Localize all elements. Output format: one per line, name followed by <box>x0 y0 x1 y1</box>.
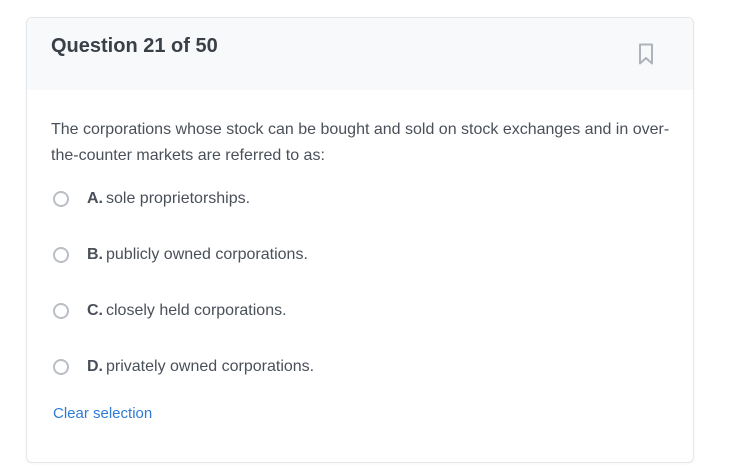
radio-button[interactable] <box>53 303 69 319</box>
answer-options: A. sole proprietorships. B. publicly own… <box>51 185 669 381</box>
question-title: Question 21 of 50 <box>51 35 218 57</box>
question-body: The corporations whose stock can be boug… <box>27 90 693 381</box>
option-letter: C. <box>87 302 103 319</box>
question-card: Question 21 of 50 The corporations whose… <box>26 17 694 463</box>
option-b[interactable]: B. publicly owned corporations. <box>51 241 669 269</box>
question-text: The corporations whose stock can be boug… <box>51 121 670 164</box>
radio-button[interactable] <box>53 359 69 375</box>
option-d[interactable]: D. privately owned corporations. <box>51 353 669 381</box>
option-letter: D. <box>87 358 103 375</box>
option-a[interactable]: A. sole proprietorships. <box>51 185 669 213</box>
bookmark-icon[interactable] <box>634 41 660 67</box>
option-text: privately owned corporations. <box>106 358 315 375</box>
option-c[interactable]: C. closely held corporations. <box>51 297 669 325</box>
question-header: Question 21 of 50 <box>27 18 693 90</box>
option-text: publicly owned corporations. <box>106 246 308 263</box>
radio-button[interactable] <box>53 191 69 207</box>
option-letter: B. <box>87 246 103 263</box>
option-text: closely held corporations. <box>106 302 287 319</box>
clear-selection-link[interactable]: Clear selection <box>53 405 152 422</box>
radio-button[interactable] <box>53 247 69 263</box>
option-letter: A. <box>87 190 103 207</box>
option-text: sole proprietorships. <box>106 190 251 207</box>
